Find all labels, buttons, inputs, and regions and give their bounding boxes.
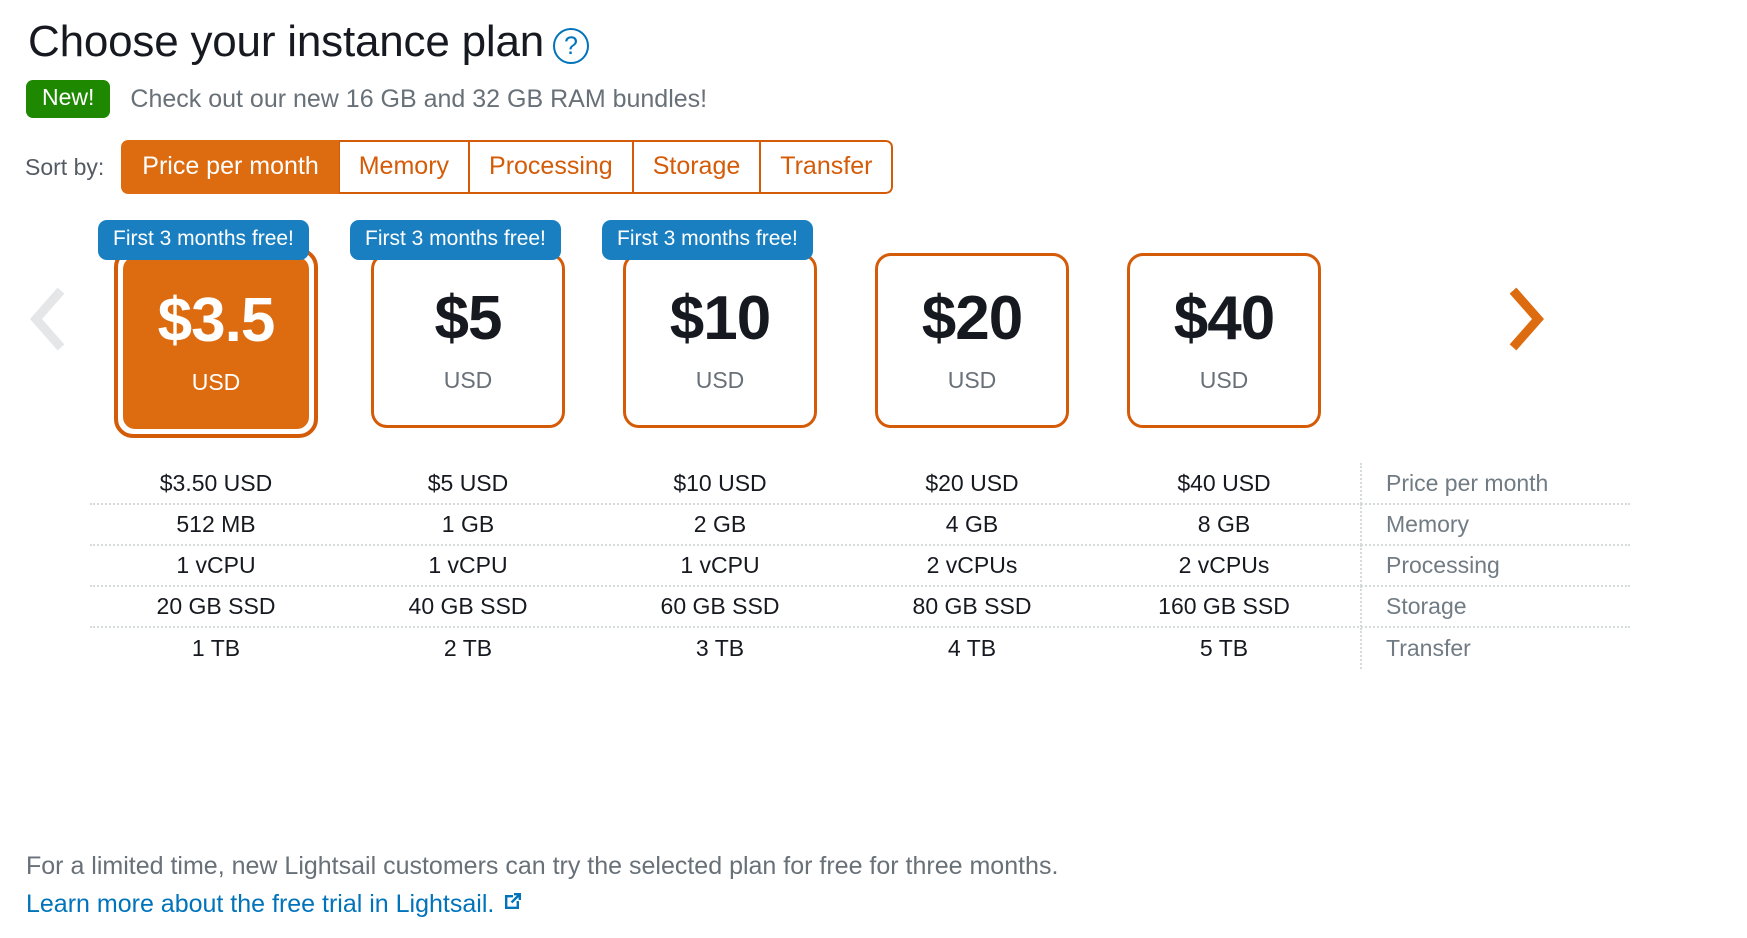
spec-value: 2 vCPUs bbox=[926, 552, 1018, 579]
external-link-icon bbox=[502, 886, 524, 924]
free-trial-badge: First 3 months free! bbox=[98, 220, 309, 260]
spec-value: 2 GB bbox=[693, 511, 747, 538]
spec-value: 40 GB SSD bbox=[408, 593, 528, 620]
table-row: 20 GB SSD 40 GB SSD 60 GB SSD 80 GB SSD … bbox=[90, 586, 1630, 629]
plan-card-body: $40 USD bbox=[1173, 283, 1275, 394]
plan-currency: USD bbox=[191, 369, 241, 396]
sort-by-bar: Sort by: Price per month Memory Processi… bbox=[0, 118, 1747, 195]
spec-value: 3 TB bbox=[695, 635, 745, 662]
promo-banner: New! Check out our new 16 GB and 32 GB R… bbox=[0, 66, 1747, 118]
spec-value: 4 GB bbox=[945, 511, 999, 538]
plan-price: $5 bbox=[434, 283, 503, 353]
plan-price: $20 bbox=[921, 283, 1023, 353]
plan-currency: USD bbox=[695, 366, 745, 393]
spec-value: 1 GB bbox=[441, 511, 495, 538]
spec-value: 8 GB bbox=[1197, 511, 1251, 538]
page-header: Choose your instance plan ? bbox=[0, 0, 1747, 66]
table-row: $3.50 USD $5 USD $10 USD $20 USD $40 USD… bbox=[90, 463, 1630, 506]
spec-row-label: Price per month bbox=[1360, 463, 1650, 505]
plan-card-body: $3.5 USD bbox=[123, 257, 309, 430]
footer: For a limited time, new Lightsail custom… bbox=[26, 848, 1058, 923]
learn-more-link[interactable]: Learn more about the free trial in Light… bbox=[26, 886, 524, 924]
spec-value: 80 GB SSD bbox=[912, 593, 1032, 620]
plan-carousel: First 3 months free! $3.5 USD First 3 mo… bbox=[0, 220, 1747, 450]
spec-value: 2 TB bbox=[443, 635, 493, 662]
spec-value: 60 GB SSD bbox=[660, 593, 780, 620]
table-row: 1 TB 2 TB 3 TB 4 TB 5 TB Transfer bbox=[90, 628, 1630, 670]
tab-price-per-month[interactable]: Price per month bbox=[121, 139, 339, 195]
free-trial-badge: First 3 months free! bbox=[350, 220, 561, 260]
plan-spec-table: $3.50 USD $5 USD $10 USD $20 USD $40 USD… bbox=[90, 463, 1630, 670]
spec-value: 512 MB bbox=[176, 511, 256, 538]
tab-storage[interactable]: Storage bbox=[632, 139, 761, 195]
spec-value: $3.50 USD bbox=[159, 470, 273, 497]
sort-by-label: Sort by: bbox=[25, 153, 105, 180]
spec-value: 160 GB SSD bbox=[1158, 593, 1290, 620]
new-badge: New! bbox=[26, 80, 111, 118]
spec-value: 2 vCPUs bbox=[1178, 552, 1270, 579]
spec-value: $5 USD bbox=[427, 470, 509, 497]
plan-price: $3.5 bbox=[157, 286, 276, 356]
spec-value: $10 USD bbox=[673, 470, 767, 497]
plan-price: $10 bbox=[669, 283, 771, 353]
plan-card-20[interactable]: $20 USD bbox=[875, 253, 1069, 429]
tab-memory[interactable]: Memory bbox=[338, 139, 470, 195]
plan-card-10[interactable]: $10 USD bbox=[623, 253, 817, 429]
spec-value: 1 vCPU bbox=[176, 552, 256, 579]
plan-card-body: $20 USD bbox=[921, 283, 1023, 394]
plan-card-body: $10 USD bbox=[669, 283, 771, 394]
plan-card-body: $5 USD bbox=[434, 283, 503, 394]
question-circle-icon[interactable]: ? bbox=[553, 28, 589, 65]
plan-card-3-5[interactable]: $3.5 USD bbox=[114, 248, 318, 439]
plan-currency: USD bbox=[947, 366, 997, 393]
spec-value: 1 vCPU bbox=[428, 552, 508, 579]
spec-value: 20 GB SSD bbox=[156, 593, 276, 620]
plan-currency: USD bbox=[443, 366, 493, 393]
plan-price: $40 bbox=[1173, 283, 1275, 353]
spec-value: 1 vCPU bbox=[680, 552, 760, 579]
free-trial-description: For a limited time, new Lightsail custom… bbox=[26, 852, 1059, 880]
plan-currency: USD bbox=[1199, 366, 1249, 393]
spec-value: 5 TB bbox=[1199, 635, 1249, 662]
table-row: 512 MB 1 GB 2 GB 4 GB 8 GB Memory bbox=[90, 504, 1630, 547]
tab-transfer[interactable]: Transfer bbox=[760, 139, 894, 195]
spec-value: 1 TB bbox=[191, 635, 241, 662]
chevron-right-icon[interactable] bbox=[1504, 286, 1548, 352]
plan-card-40[interactable]: $40 USD bbox=[1127, 253, 1321, 429]
spec-row-label: Memory bbox=[1360, 504, 1650, 546]
spec-row-label: Processing bbox=[1360, 545, 1650, 587]
free-trial-badge: First 3 months free! bbox=[602, 220, 813, 260]
spec-row-label: Storage bbox=[1360, 586, 1650, 628]
chevron-left-icon[interactable] bbox=[26, 286, 70, 352]
promo-text: Check out our new 16 GB and 32 GB RAM bu… bbox=[130, 84, 708, 113]
spec-value: $20 USD bbox=[925, 470, 1019, 497]
spec-value: 4 TB bbox=[947, 635, 997, 662]
spec-row-label: Transfer bbox=[1360, 628, 1650, 670]
learn-more-label: Learn more about the free trial in Light… bbox=[26, 889, 495, 918]
page-title: Choose your instance plan bbox=[28, 17, 544, 66]
tab-processing[interactable]: Processing bbox=[469, 139, 633, 195]
table-row: 1 vCPU 1 vCPU 1 vCPU 2 vCPUs 2 vCPUs Pro… bbox=[90, 545, 1630, 588]
spec-value: $40 USD bbox=[1177, 470, 1271, 497]
plan-card-5[interactable]: $5 USD bbox=[371, 253, 565, 429]
sort-tab-group: Price per month Memory Processing Storag… bbox=[121, 139, 894, 195]
